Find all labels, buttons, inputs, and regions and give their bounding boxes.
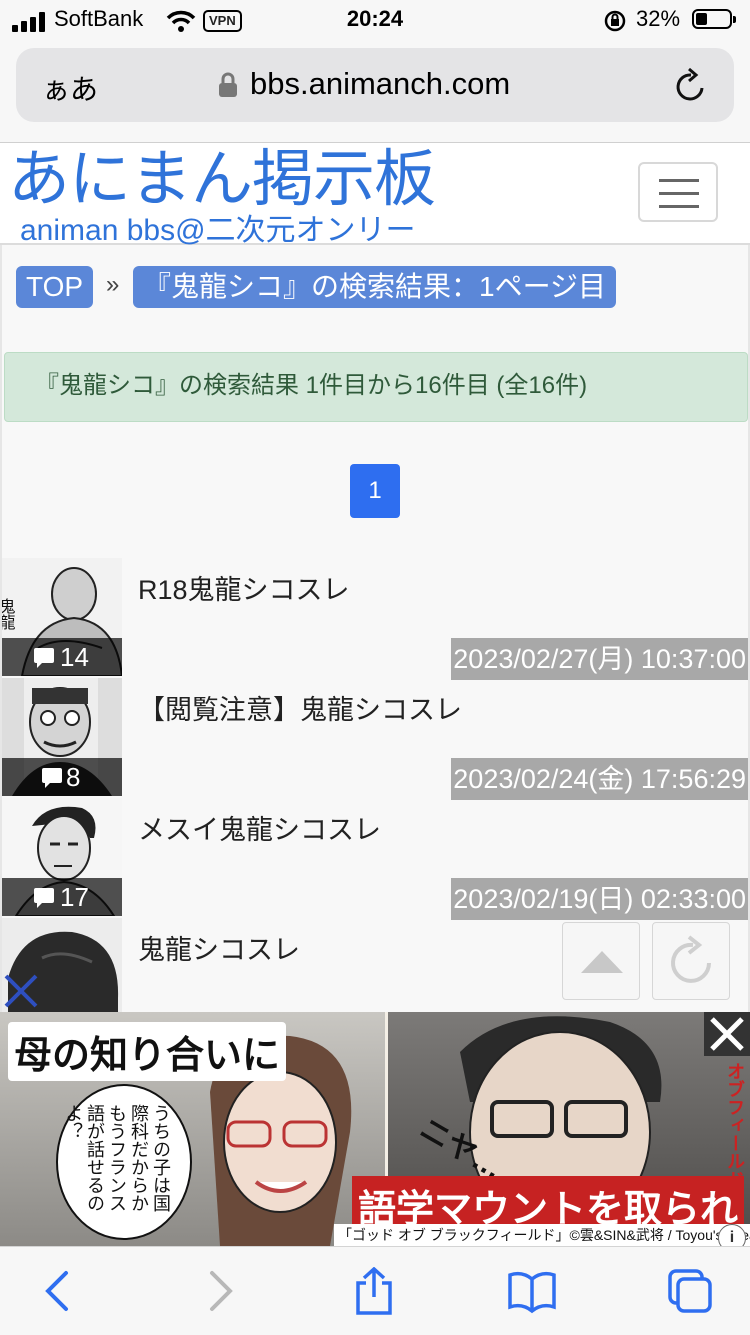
- ad-credit: 「ゴッド オブ ブラックフィールド」©雲&SIN&武将 / Toyou's Dr…: [334, 1224, 750, 1246]
- comment-count-badge: 8: [2, 758, 122, 796]
- battery-percent: 32%: [636, 6, 681, 31]
- forward-arrow-icon[interactable]: [196, 1267, 244, 1315]
- thread-row[interactable]: 17 メスイ鬼龍シコスレ 2023/02/19(日) 02:33:00: [2, 798, 748, 920]
- thread-thumbnail[interactable]: 8: [2, 678, 122, 796]
- ad-headline: 母の知り合いに: [8, 1022, 287, 1081]
- main-content: TOP » 『鬼龍シコ』の検索結果：1ページ目 『鬼龍シコ』の検索結果 1件目か…: [0, 245, 750, 1012]
- browser-address-area: ぁあ bbs.animanch.com: [0, 44, 750, 143]
- scroll-to-top-button[interactable]: [562, 922, 640, 1000]
- thread-thumbnail[interactable]: 鬼龍 14: [2, 558, 122, 676]
- comment-icon: [34, 888, 54, 908]
- thread-title[interactable]: 【閲覧注意】鬼龍シコスレ: [138, 688, 462, 727]
- arrow-up-icon: [581, 951, 623, 973]
- close-icon: [710, 1017, 744, 1051]
- browser-toolbar: [0, 1246, 750, 1335]
- ad-close-button[interactable]: [704, 1012, 750, 1056]
- share-icon[interactable]: [350, 1267, 398, 1315]
- reload-icon[interactable]: [672, 66, 710, 106]
- ad-info-icon[interactable]: i: [718, 1224, 746, 1246]
- thread-title[interactable]: 鬼龍シコスレ: [138, 928, 300, 967]
- breadcrumb-current[interactable]: 『鬼龍シコ』の検索結果：1ページ目: [133, 266, 617, 308]
- hamburger-menu-button[interactable]: [638, 162, 718, 222]
- url-domain[interactable]: bbs.animanch.com: [250, 66, 510, 102]
- comment-icon: [34, 648, 54, 668]
- ad-speech-text: うちの子は国際科だからかもうフランス語が話せるのよ？: [63, 1104, 171, 1212]
- thread-date: 2023/02/24(金) 17:56:29: [451, 758, 748, 800]
- menu-icon-bar: [659, 205, 699, 208]
- address-bar[interactable]: ぁあ bbs.animanch.com: [16, 48, 734, 122]
- pagination-page-1[interactable]: 1: [350, 464, 400, 518]
- thread-thumbnail[interactable]: [2, 918, 122, 1012]
- lock-icon: [219, 72, 237, 97]
- comment-count: 14: [60, 642, 89, 672]
- reload-page-button[interactable]: [652, 922, 730, 1000]
- tabs-icon[interactable]: [666, 1267, 714, 1315]
- ad-side-text: オブフィールド: [725, 1062, 745, 1188]
- comment-count-badge: 14: [2, 638, 122, 676]
- advertisement-banner[interactable]: 母の知り合いに うちの子は国際科だからかもうフランス語が話せるのよ？ ニヤ… オ…: [0, 1012, 750, 1246]
- thread-row[interactable]: 鬼龍 14 R18鬼龍シコスレ 2023/02/27(月) 10:37:00: [2, 558, 748, 680]
- menu-icon-bar: [659, 192, 699, 195]
- thread-row[interactable]: 8 【閲覧注意】鬼龍シコスレ 2023/02/24(金) 17:56:29: [2, 678, 748, 800]
- back-arrow-icon[interactable]: [34, 1267, 82, 1315]
- thread-title[interactable]: R18鬼龍シコスレ: [138, 568, 350, 607]
- battery-icon: [692, 9, 736, 29]
- search-result-summary: 『鬼龍シコ』の検索結果 1件目から16件目 (全16件): [4, 352, 748, 422]
- menu-icon-bar: [659, 179, 699, 182]
- close-icon[interactable]: [2, 972, 42, 1012]
- thread-title[interactable]: メスイ鬼龍シコスレ: [138, 808, 381, 847]
- thread-thumbnail[interactable]: 17: [2, 798, 122, 916]
- comment-icon: [42, 768, 62, 788]
- breadcrumb-separator: »: [106, 271, 120, 298]
- comment-count: 17: [60, 882, 89, 912]
- orientation-lock-icon: [604, 10, 626, 32]
- breadcrumb-top-link[interactable]: TOP: [16, 266, 94, 308]
- thread-date: 2023/02/19(日) 02:33:00: [451, 878, 748, 920]
- site-header: あにまん掲示板 animan bbs@二次元オンリー: [0, 143, 750, 247]
- bookmarks-icon[interactable]: [508, 1267, 556, 1315]
- site-logo-subtitle[interactable]: animan bbs@二次元オンリー: [12, 205, 426, 249]
- comment-count: 8: [66, 762, 81, 792]
- thread-date: 2023/02/27(月) 10:37:00: [451, 638, 748, 680]
- comment-count-badge: 17: [2, 878, 122, 916]
- refresh-icon: [671, 935, 711, 983]
- text-size-button[interactable]: ぁあ: [42, 68, 98, 108]
- svg-text:鬼龍: 鬼龍: [2, 598, 16, 631]
- status-bar: SoftBank VPN 20:24 32%: [0, 0, 750, 44]
